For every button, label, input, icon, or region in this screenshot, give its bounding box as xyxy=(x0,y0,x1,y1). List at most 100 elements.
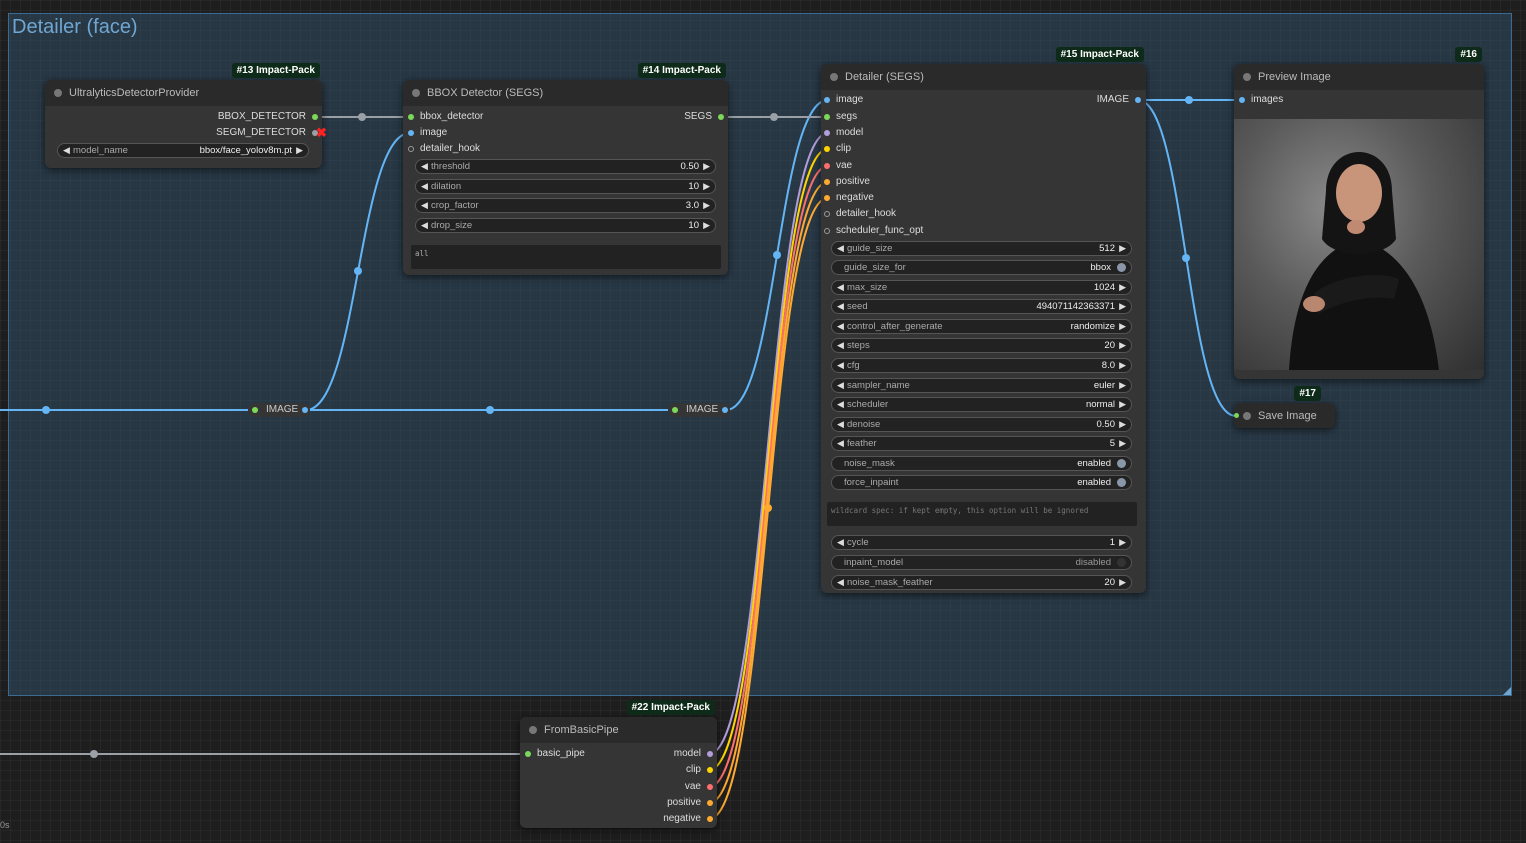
output-vae[interactable]: vae xyxy=(685,780,715,794)
toggle-knob-icon[interactable] xyxy=(1117,478,1126,487)
input-dot[interactable] xyxy=(824,97,830,103)
toggle-guide-size-for[interactable]: guide_size_for bbox xyxy=(831,260,1132,275)
combo-scheduler[interactable]: ◀ scheduler normal ▶ xyxy=(831,397,1132,412)
collapse-dot-icon[interactable] xyxy=(1243,412,1251,420)
toggle-force-inpaint[interactable]: force_inpaint enabled xyxy=(831,475,1132,490)
arrow-left-icon[interactable]: ◀ xyxy=(421,180,428,193)
input-model[interactable]: model xyxy=(822,126,863,140)
collapse-dot-icon[interactable] xyxy=(830,73,838,81)
reroute-output-dot[interactable] xyxy=(302,407,308,413)
input-dot[interactable] xyxy=(824,146,830,152)
arrow-right-icon[interactable]: ▶ xyxy=(1119,300,1126,313)
node-bbox-detector-segs[interactable]: #14 Impact-Pack BBOX Detector (SEGS) bbo… xyxy=(403,63,728,275)
arrow-left-icon[interactable]: ◀ xyxy=(63,144,70,157)
arrow-left-icon[interactable]: ◀ xyxy=(837,418,844,431)
node-title-bar[interactable]: Save Image xyxy=(1234,403,1335,428)
input-dot[interactable] xyxy=(824,228,830,234)
arrow-right-icon[interactable]: ▶ xyxy=(703,180,710,193)
node-from-basic-pipe[interactable]: #22 Impact-Pack FromBasicPipe basic_pipe… xyxy=(520,700,717,828)
output-clip[interactable]: clip xyxy=(686,763,715,777)
arrow-right-icon[interactable]: ▶ xyxy=(703,160,710,173)
input-dot[interactable] xyxy=(824,130,830,136)
arrow-right-icon[interactable]: ▶ xyxy=(703,199,710,212)
collapse-dot-icon[interactable] xyxy=(54,89,62,97)
output-positive[interactable]: positive xyxy=(667,796,715,810)
output-model[interactable]: model xyxy=(674,747,715,761)
number-noise-mask-feather[interactable]: ◀ noise_mask_feather 20 ▶ xyxy=(831,575,1132,590)
arrow-right-icon[interactable]: ▶ xyxy=(1119,398,1126,411)
output-dot[interactable] xyxy=(707,816,713,822)
output-negative[interactable]: negative xyxy=(663,812,715,826)
input-basic-pipe[interactable]: basic_pipe xyxy=(523,747,585,761)
input-negative[interactable]: negative xyxy=(822,191,874,205)
combo-control-after-generate[interactable]: ◀ control_after_generate randomize ▶ xyxy=(831,319,1132,334)
arrow-left-icon[interactable]: ◀ xyxy=(837,281,844,294)
number-steps[interactable]: ◀ steps 20 ▶ xyxy=(831,338,1132,353)
input-dot[interactable] xyxy=(1234,413,1239,418)
arrow-left-icon[interactable]: ◀ xyxy=(837,320,844,333)
arrow-left-icon[interactable]: ◀ xyxy=(837,576,844,589)
input-dot[interactable] xyxy=(824,163,830,169)
collapse-dot-icon[interactable] xyxy=(529,726,537,734)
reroute-image-1[interactable]: IMAGE xyxy=(248,403,310,417)
arrow-right-icon[interactable]: ▶ xyxy=(1119,379,1126,392)
arrow-left-icon[interactable]: ◀ xyxy=(837,300,844,313)
arrow-left-icon[interactable]: ◀ xyxy=(421,199,428,212)
output-segm-detector[interactable]: SEGM_DETECTOR xyxy=(216,126,320,140)
input-segs[interactable]: segs xyxy=(822,110,857,124)
combo-model-name[interactable]: ◀ model_name bbox/face_yolov8m.pt ▶ xyxy=(57,143,309,158)
reroute-input-dot[interactable] xyxy=(672,407,678,413)
node-title-bar[interactable]: UltralyticsDetectorProvider xyxy=(45,80,322,106)
number-denoise[interactable]: ◀ denoise 0.50 ▶ xyxy=(831,417,1132,432)
combo-sampler-name[interactable]: ◀ sampler_name euler ▶ xyxy=(831,378,1132,393)
number-cycle[interactable]: ◀ cycle 1 ▶ xyxy=(831,535,1132,550)
node-title-bar[interactable]: FromBasicPipe xyxy=(520,717,717,743)
arrow-right-icon[interactable]: ▶ xyxy=(1119,281,1126,294)
arrow-right-icon[interactable]: ▶ xyxy=(1119,242,1126,255)
wildcard-textarea[interactable]: wildcard spec: if kept empty, this optio… xyxy=(827,502,1137,526)
input-detailer-hook[interactable]: detailer_hook xyxy=(406,142,480,156)
number-crop-factor[interactable]: ◀ crop_factor 3.0 ▶ xyxy=(415,198,716,213)
arrow-right-icon[interactable]: ▶ xyxy=(296,144,303,157)
collapse-dot-icon[interactable] xyxy=(1243,73,1251,81)
input-dot[interactable] xyxy=(824,179,830,185)
arrow-right-icon[interactable]: ▶ xyxy=(1119,536,1126,549)
node-title-bar[interactable]: BBOX Detector (SEGS) xyxy=(403,80,728,106)
arrow-left-icon[interactable]: ◀ xyxy=(837,339,844,352)
output-dot[interactable] xyxy=(707,784,713,790)
number-dilation[interactable]: ◀ dilation 10 ▶ xyxy=(415,179,716,194)
input-images[interactable]: images xyxy=(1237,93,1283,107)
toggle-inpaint-model[interactable]: inpaint_model disabled xyxy=(831,555,1132,570)
node-save-image[interactable]: #17 Save Image xyxy=(1234,386,1335,428)
input-positive[interactable]: positive xyxy=(822,175,870,189)
toggle-knob-icon[interactable] xyxy=(1117,263,1126,272)
input-bbox-detector[interactable]: bbox_detector xyxy=(406,110,483,124)
output-segs[interactable]: SEGS xyxy=(684,110,726,124)
reroute-output-dot[interactable] xyxy=(722,407,728,413)
output-bbox-detector[interactable]: BBOX_DETECTOR xyxy=(218,110,320,124)
arrow-left-icon[interactable]: ◀ xyxy=(837,437,844,450)
node-preview-image[interactable]: #16 Preview Image images xyxy=(1234,47,1484,379)
number-feather[interactable]: ◀ feather 5 ▶ xyxy=(831,436,1132,451)
input-dot[interactable] xyxy=(824,211,830,217)
arrow-left-icon[interactable]: ◀ xyxy=(421,219,428,232)
arrow-left-icon[interactable]: ◀ xyxy=(837,379,844,392)
collapse-dot-icon[interactable] xyxy=(412,89,420,97)
arrow-left-icon[interactable]: ◀ xyxy=(837,536,844,549)
number-max-size[interactable]: ◀ max_size 1024 ▶ xyxy=(831,280,1132,295)
toggle-knob-icon[interactable] xyxy=(1117,459,1126,468)
arrow-right-icon[interactable]: ▶ xyxy=(1119,576,1126,589)
input-dot[interactable] xyxy=(408,114,414,120)
node-title-bar[interactable]: Detailer (SEGS) xyxy=(821,64,1146,90)
arrow-left-icon[interactable]: ◀ xyxy=(421,160,428,173)
input-dot[interactable] xyxy=(408,146,414,152)
input-dot[interactable] xyxy=(824,195,830,201)
output-image[interactable]: IMAGE xyxy=(1097,93,1143,107)
arrow-right-icon[interactable]: ▶ xyxy=(1119,359,1126,372)
input-vae[interactable]: vae xyxy=(822,159,852,173)
number-guide-size[interactable]: ◀ guide_size 512 ▶ xyxy=(831,241,1132,256)
input-detailer-hook[interactable]: detailer_hook xyxy=(822,207,896,221)
arrow-right-icon[interactable]: ▶ xyxy=(1119,339,1126,352)
reroute-image-2[interactable]: IMAGE xyxy=(668,403,730,417)
output-dot[interactable] xyxy=(707,767,713,773)
